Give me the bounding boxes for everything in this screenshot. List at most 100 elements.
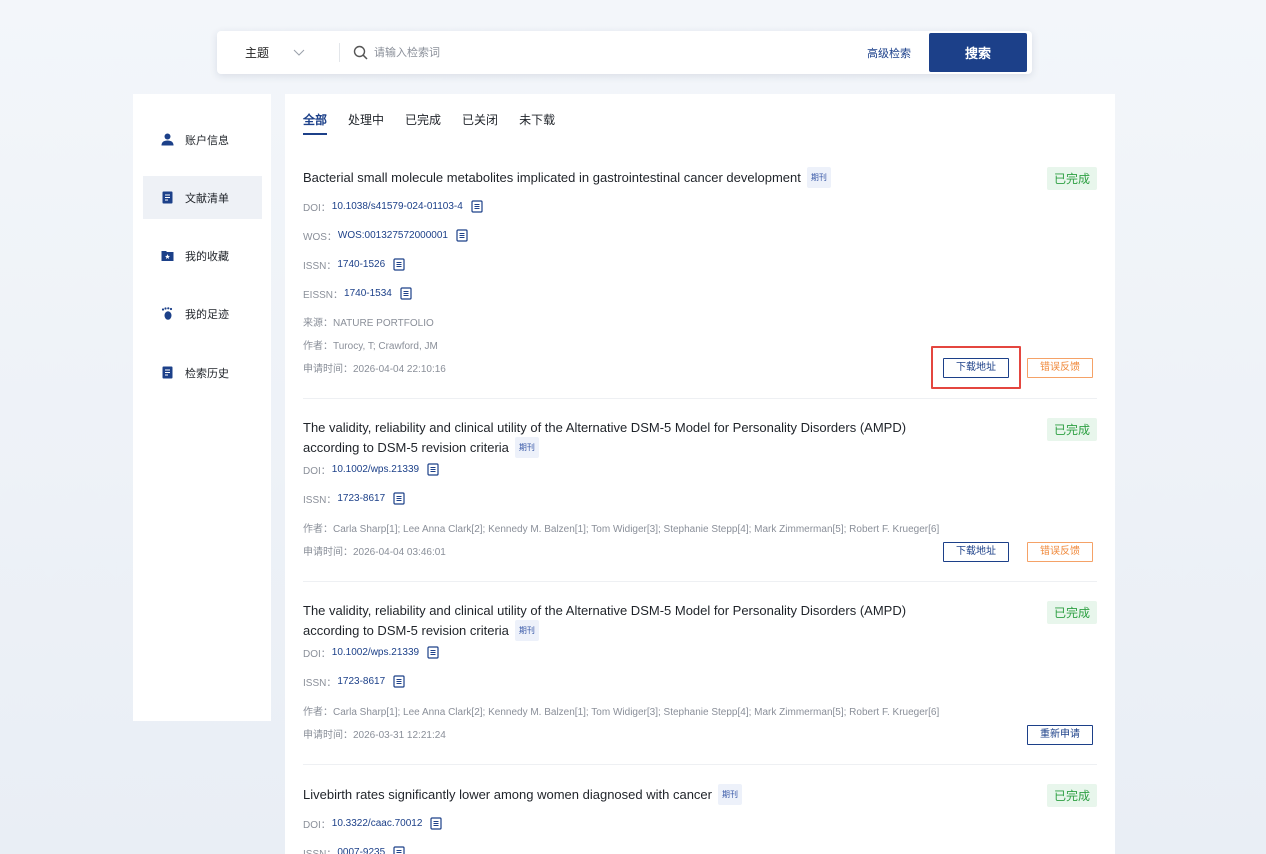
copy-icon[interactable]	[393, 492, 405, 505]
sidebar-item-document-list[interactable]: 文献清单	[143, 176, 262, 219]
issn-label: ISSN：	[303, 261, 337, 272]
history-document-icon	[162, 366, 173, 379]
sidebar-item-label: 文献清单	[185, 192, 229, 205]
status-badge: 已完成	[1046, 784, 1097, 807]
advanced-search-link[interactable]: 高级检索	[867, 45, 911, 61]
authors-field: 作者：Carla Sharp[1]; Lee Anna Clark[2]; Ke…	[303, 524, 940, 535]
chevron-down-icon[interactable]	[293, 46, 305, 58]
doi-value[interactable]: 10.1002/wps.21339	[332, 464, 419, 475]
doi-label: DOI：	[303, 820, 331, 831]
issn-value[interactable]: 1723-8617	[337, 493, 385, 504]
document-list-icon	[162, 191, 173, 204]
record-title-text: Bacterial small molecule metabolites imp…	[303, 170, 801, 185]
tab-completed[interactable]: 已完成	[405, 111, 441, 128]
tab-all[interactable]: 全部	[303, 111, 328, 135]
sidebar-item-account[interactable]: 账户信息	[143, 118, 262, 161]
search-scope-select[interactable]: 主题	[245, 31, 269, 74]
eissn-value[interactable]: 1740-1534	[344, 288, 392, 299]
type-tag: 期刊	[514, 437, 539, 458]
issn-field: ISSN： 1723-8617	[303, 674, 405, 689]
error-feedback-button[interactable]: 错误反馈	[1027, 358, 1093, 378]
divider	[303, 398, 1097, 399]
apply-time: 申请时间：2026-03-31 12:21:24	[303, 730, 446, 741]
record-item: The validity, reliability and clinical u…	[303, 418, 1097, 578]
source-field: 来源：NATURE PORTFOLIO	[303, 318, 434, 329]
apply-time: 申请时间：2026-04-04 03:46:01	[303, 547, 446, 558]
sidebar-item-favorites[interactable]: 我的收藏	[143, 234, 262, 277]
apply-time: 申请时间：2026-04-04 22:10:16	[303, 364, 446, 375]
status-badge: 已完成	[1046, 418, 1097, 441]
copy-icon[interactable]	[427, 463, 439, 476]
eissn-label: EISSN：	[303, 290, 344, 301]
copy-icon[interactable]	[393, 846, 405, 854]
sidebar-item-footprints[interactable]: 我的足迹	[143, 292, 262, 335]
error-feedback-button[interactable]: 错误反馈	[1027, 542, 1093, 562]
sidebar-item-label: 我的足迹	[185, 308, 229, 321]
doi-field: DOI： 10.1002/wps.21339	[303, 462, 439, 477]
reapply-button[interactable]: 重新申请	[1027, 725, 1093, 745]
copy-icon[interactable]	[471, 200, 483, 213]
type-tag: 期刊	[718, 784, 742, 805]
issn-value[interactable]: 1723-8617	[337, 676, 385, 687]
tab-closed[interactable]: 已关闭	[462, 111, 498, 128]
copy-icon[interactable]	[430, 817, 443, 830]
doi-value[interactable]: 10.1002/wps.21339	[332, 647, 419, 658]
doi-field: DOI： 10.3322/caac.70012	[303, 816, 443, 831]
copy-icon[interactable]	[393, 258, 405, 271]
sidebar-item-label: 检索历史	[185, 367, 229, 380]
record-title-text: The validity, reliability and clinical u…	[303, 420, 907, 455]
record-title[interactable]: Livebirth rates significantly lower amon…	[303, 784, 953, 805]
doi-label: DOI：	[303, 203, 331, 214]
issn-value[interactable]: 0007-9235	[337, 847, 385, 854]
highlight-box	[931, 346, 1021, 389]
sidebar-item-search-history[interactable]: 检索历史	[143, 351, 262, 394]
user-icon	[161, 133, 174, 146]
doi-value[interactable]: 10.1038/s41579-024-01103-4	[332, 201, 463, 212]
sidebar-item-label: 我的收藏	[185, 250, 229, 263]
type-tag: 期刊	[514, 620, 539, 641]
issn-label: ISSN：	[303, 845, 336, 854]
authors-field: 作者：Carla Sharp[1]; Lee Anna Clark[2]; Ke…	[303, 707, 940, 718]
record-item: Bacterial small molecule metabolites imp…	[303, 167, 1097, 397]
record-item: Livebirth rates significantly lower amon…	[303, 784, 1097, 854]
issn-label: ISSN：	[303, 495, 337, 506]
main-panel: 全部 处理中 已完成 已关闭 未下载 Bacterial small molec…	[285, 94, 1115, 854]
search-scope-label: 主题	[245, 46, 270, 60]
record-title-text: The validity, reliability and clinical u…	[303, 603, 907, 638]
search-icon	[353, 45, 368, 60]
star-folder-icon	[161, 251, 174, 261]
copy-icon[interactable]	[400, 287, 412, 300]
record-title[interactable]: Bacterial small molecule metabolites imp…	[303, 167, 953, 188]
issn-value[interactable]: 1740-1526	[337, 259, 385, 270]
tab-processing[interactable]: 处理中	[348, 111, 384, 128]
issn-field: ISSN：0007-9235	[303, 845, 405, 854]
footprint-icon	[161, 307, 173, 320]
search-input[interactable]	[374, 41, 854, 64]
issn-field: ISSN： 1723-8617	[303, 491, 405, 506]
search-bar: 主题 高级检索 搜索	[217, 31, 1032, 74]
status-badge: 已完成	[1046, 601, 1097, 624]
search-button[interactable]: 搜索	[929, 33, 1027, 72]
doi-label: DOI：	[303, 466, 331, 477]
record-title[interactable]: The validity, reliability and clinical u…	[303, 418, 953, 458]
doi-field: DOI： 10.1002/wps.21339	[303, 645, 439, 660]
status-badge: 已完成	[1046, 167, 1097, 190]
download-address-button[interactable]: 下载地址	[943, 542, 1009, 562]
wos-label: WOS：	[303, 232, 337, 243]
divider	[303, 764, 1097, 765]
issn-field: ISSN： 1740-1526	[303, 257, 405, 272]
doi-field: DOI： 10.1038/s41579-024-01103-4	[303, 199, 483, 214]
tab-not-downloaded[interactable]: 未下载	[519, 111, 555, 128]
record-item: The validity, reliability and clinical u…	[303, 601, 1097, 761]
sidebar: 账户信息 文献清单 我的收藏 我的足迹 检索历史	[133, 94, 271, 721]
copy-icon[interactable]	[456, 229, 468, 242]
record-title[interactable]: The validity, reliability and clinical u…	[303, 601, 953, 641]
authors-field: 作者：Turocy, T; Crawford, JM	[303, 341, 438, 352]
doi-value[interactable]: 10.3322/caac.70012	[332, 818, 423, 829]
sidebar-item-label: 账户信息	[185, 134, 229, 147]
doi-label: DOI：	[303, 649, 331, 660]
copy-icon[interactable]	[393, 675, 405, 688]
divider	[303, 581, 1097, 582]
copy-icon[interactable]	[427, 646, 439, 659]
wos-value[interactable]: WOS:001327572000001	[338, 230, 448, 241]
